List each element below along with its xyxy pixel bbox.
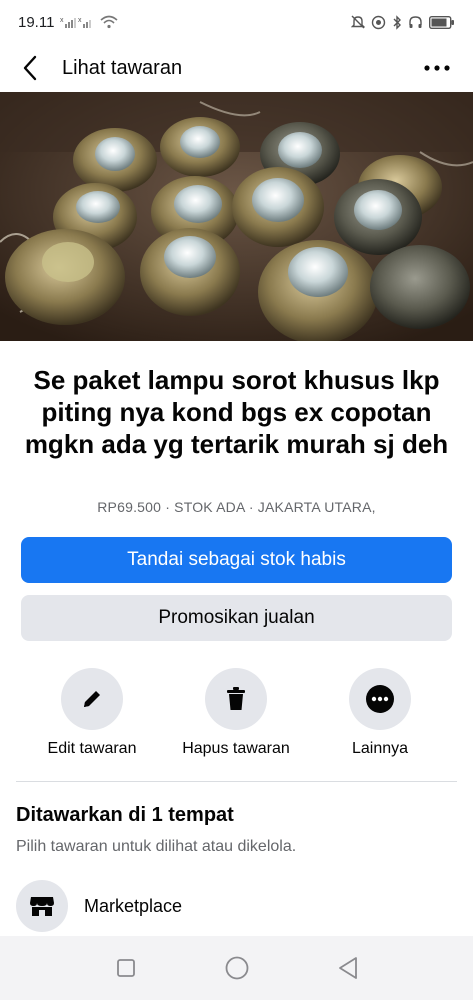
triangle-back-icon — [338, 957, 357, 979]
headphones-icon — [408, 15, 423, 30]
bluetooth-icon — [392, 14, 402, 30]
promote-listing-button[interactable]: Promosikan jualan — [21, 595, 452, 641]
listing-title: Se paket lampu sorot khusus lkp piting n… — [24, 365, 449, 459]
system-nav-bar — [0, 936, 473, 1000]
data-saver-icon — [371, 15, 386, 30]
recent-apps-button[interactable] — [106, 948, 146, 988]
home-button[interactable] — [217, 948, 257, 988]
status-left: 19.11 x x — [18, 14, 118, 31]
wifi-icon — [100, 15, 118, 29]
status-bar: 19.11 x x — [0, 0, 473, 44]
page-title: Lihat tawaran — [62, 56, 183, 79]
marketplace-row[interactable]: Marketplace — [16, 880, 182, 932]
more-options-button[interactable] — [419, 54, 455, 82]
signal-icon: x x — [60, 15, 94, 29]
edit-listing-button[interactable] — [61, 668, 123, 730]
status-time: 19.11 — [18, 13, 55, 31]
listing-meta: RP69.500 · STOK ADA · JAKARTA UTARA, — [97, 499, 376, 515]
mark-out-of-stock-button[interactable]: Tandai sebagai stok habis — [21, 537, 452, 583]
offered-section-title: Ditawarkan di 1 tempat — [16, 804, 234, 826]
marketplace-icon-container — [16, 880, 68, 932]
edit-listing-action[interactable]: Edit tawaran — [17, 668, 167, 758]
trash-icon — [227, 687, 245, 710]
svg-text:x: x — [60, 17, 64, 24]
delete-listing-button[interactable] — [205, 668, 267, 730]
pencil-icon — [84, 691, 100, 707]
status-right — [351, 14, 455, 30]
more-dots-icon — [424, 65, 450, 71]
system-back-button[interactable] — [328, 948, 368, 988]
battery-icon — [429, 15, 455, 29]
svg-text:x: x — [78, 17, 82, 24]
offered-section-subtitle: Pilih tawaran untuk dilihat atau dikelol… — [16, 838, 297, 855]
listing-photo[interactable] — [0, 92, 473, 341]
marketplace-label: Marketplace — [84, 895, 183, 916]
more-actions-label: Lainnya — [351, 740, 409, 757]
back-arrow-icon — [23, 55, 37, 81]
circle-icon — [225, 956, 248, 980]
lamps-photo-image — [0, 92, 473, 341]
square-icon — [116, 959, 135, 977]
delete-listing-label: Hapus tawaran — [182, 740, 290, 757]
more-actions-button[interactable] — [349, 668, 411, 730]
delete-listing-action[interactable]: Hapus tawaran — [161, 668, 311, 758]
section-divider — [16, 781, 457, 782]
top-bar: Lihat tawaran — [0, 44, 473, 92]
storefront-icon — [30, 897, 54, 916]
action-row: Edit tawaran Hapus tawaran Lainnya — [0, 668, 473, 764]
back-button[interactable] — [0, 44, 60, 92]
mute-bell-icon — [351, 14, 365, 30]
more-actions-action[interactable]: Lainnya — [305, 668, 455, 758]
edit-listing-label: Edit tawaran — [47, 740, 137, 757]
more-horizontal-icon — [366, 685, 394, 713]
